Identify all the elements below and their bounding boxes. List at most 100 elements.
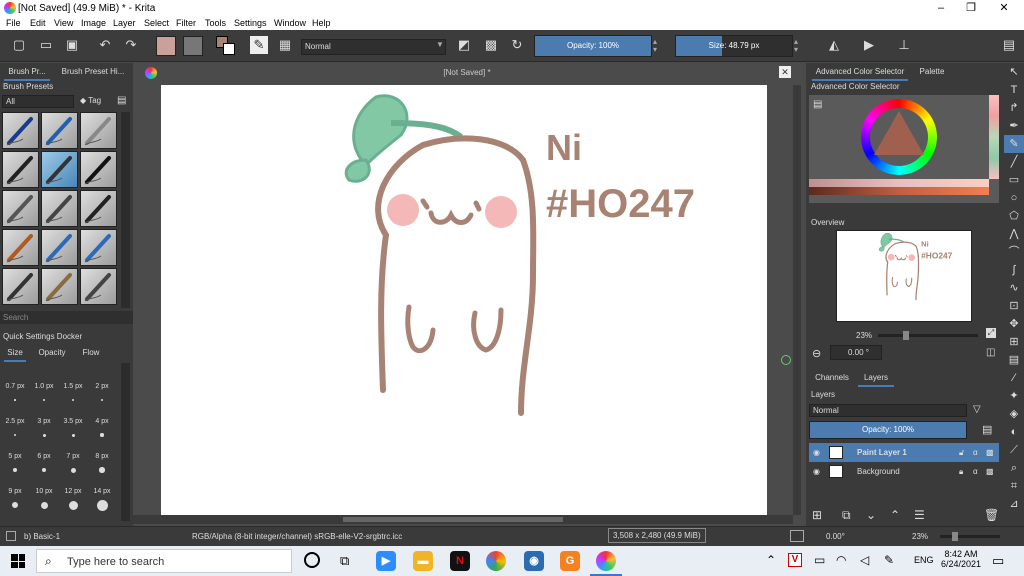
bezier-tool-icon[interactable]: ⌒ bbox=[1004, 243, 1024, 261]
preset-filter-select[interactable]: All bbox=[2, 95, 74, 108]
size-preset-item[interactable]: 7 px bbox=[60, 451, 86, 481]
edit-shapes-icon[interactable]: ↱ bbox=[1004, 99, 1024, 117]
brush-preset-item[interactable] bbox=[41, 151, 78, 188]
overview-thumbnail[interactable]: Ni #HO247 bbox=[836, 230, 972, 322]
tab-layers[interactable]: Layers bbox=[858, 371, 894, 387]
preset-view-icon[interactable]: ▤ bbox=[117, 95, 126, 106]
brush-preset-item[interactable] bbox=[2, 268, 39, 305]
inherit-alpha-icon[interactable]: ▩ bbox=[986, 443, 994, 462]
color-picker-icon[interactable]: ⁄ bbox=[1004, 369, 1024, 387]
pan-tool-icon[interactable]: ⌗ bbox=[1004, 477, 1024, 495]
mirror-horizontal-icon[interactable]: ◭ bbox=[825, 36, 843, 54]
pdf-app-icon[interactable]: G bbox=[560, 551, 580, 571]
move-layer-up-icon[interactable]: ⌃ bbox=[890, 508, 900, 522]
krita-taskbar-icon[interactable] bbox=[596, 551, 616, 571]
menu-settings[interactable]: Settings bbox=[234, 18, 267, 28]
taskbar-clock[interactable]: 8:42 AM 6/24/2021 bbox=[940, 549, 982, 569]
netflix-icon[interactable]: N bbox=[450, 551, 470, 571]
opacity-slider[interactable]: Opacity: 100% bbox=[534, 35, 652, 57]
status-rotation[interactable]: 0.00° bbox=[826, 532, 845, 541]
layer-row-background[interactable]: ◉ Background 🔒︎ α ▩ bbox=[809, 462, 999, 481]
color-menu-icon[interactable]: ▤ bbox=[813, 99, 822, 110]
brush-preset-item[interactable] bbox=[41, 190, 78, 227]
size-preset-item[interactable]: 9 px bbox=[2, 486, 28, 516]
lock-icon[interactable]: 🔓︎ bbox=[959, 443, 964, 462]
size-preset-item[interactable]: 2.5 px bbox=[2, 416, 28, 446]
brush-preset-item[interactable] bbox=[80, 268, 117, 305]
size-preset-item[interactable]: 4 px bbox=[89, 416, 115, 446]
opacity-stepper-icon[interactable]: ▴ ▾ bbox=[653, 38, 657, 54]
chrome-icon[interactable] bbox=[486, 551, 506, 571]
cortana-icon[interactable] bbox=[304, 552, 320, 568]
menu-tools[interactable]: Tools bbox=[205, 18, 226, 28]
brush-preset-item[interactable] bbox=[2, 112, 39, 149]
calligraphy-icon[interactable]: ✒ bbox=[1004, 117, 1024, 135]
size-slider[interactable]: Size: 48.79 px bbox=[675, 35, 793, 57]
smart-patch-icon[interactable]: ✦ bbox=[1004, 387, 1024, 405]
size-preset-item[interactable]: 12 px bbox=[60, 486, 86, 516]
menu-image[interactable]: Image bbox=[81, 18, 106, 28]
brush-preset-item[interactable] bbox=[80, 229, 117, 266]
open-document-icon[interactable]: ▭ bbox=[37, 36, 55, 54]
zoom-tool-icon[interactable]: ⌕ bbox=[1004, 459, 1024, 477]
menu-layer[interactable]: Layer bbox=[113, 18, 136, 28]
status-zoom[interactable]: 23% bbox=[912, 532, 928, 541]
crop-tool-icon[interactable]: ⊡ bbox=[1004, 297, 1024, 315]
layer-blend-mode-select[interactable]: Normal bbox=[809, 404, 967, 417]
notifications-icon[interactable]: ▭ bbox=[992, 553, 1004, 569]
rotate-icon[interactable]: ⊖ bbox=[812, 347, 821, 360]
fit-view-icon[interactable]: ⤢ bbox=[986, 328, 996, 338]
menu-help[interactable]: Help bbox=[312, 18, 331, 28]
reload-preset-icon[interactable]: ↻ bbox=[508, 36, 526, 54]
visibility-eye-icon[interactable]: ◉ bbox=[813, 443, 820, 462]
alpha-icon[interactable]: α bbox=[973, 462, 978, 481]
transform-tool-icon[interactable]: ⊞ bbox=[1004, 333, 1024, 351]
fg-bg-color-icon[interactable] bbox=[216, 36, 236, 56]
tab-opacity[interactable]: Opacity bbox=[34, 346, 70, 360]
tag-button[interactable]: ◆ Tag bbox=[80, 96, 101, 105]
file-explorer-icon[interactable]: ▬ bbox=[413, 551, 433, 571]
size-preset-item[interactable]: 6 px bbox=[31, 451, 57, 481]
inherit-alpha-icon[interactable]: ▩ bbox=[986, 462, 994, 481]
reference-tool-icon[interactable]: ⊿ bbox=[1004, 495, 1024, 513]
brush-preset-item[interactable] bbox=[80, 190, 117, 227]
gradient-tool-icon[interactable]: ▤ bbox=[1004, 351, 1024, 369]
hue-ring[interactable] bbox=[861, 99, 937, 175]
tab-advanced-color-selector[interactable]: Advanced Color Selector bbox=[812, 65, 908, 81]
battery-icon[interactable]: ▭ bbox=[814, 553, 825, 567]
layer-filter-icon[interactable]: ▽ bbox=[973, 404, 981, 415]
brush-preset-item[interactable] bbox=[2, 190, 39, 227]
text-tool-icon[interactable]: T bbox=[1004, 81, 1024, 99]
pen-icon[interactable]: ✎ bbox=[884, 553, 894, 567]
zoom-app-icon[interactable]: ▶ bbox=[376, 551, 396, 571]
close-document-icon[interactable]: ✕ bbox=[779, 66, 791, 78]
brush-preset-item[interactable] bbox=[41, 229, 78, 266]
menu-view[interactable]: View bbox=[54, 18, 73, 28]
brush-search-input[interactable]: Search bbox=[0, 311, 133, 324]
line-tool-icon[interactable]: ╱ bbox=[1004, 153, 1024, 171]
soft-proof-icon[interactable] bbox=[790, 530, 804, 542]
size-preset-item[interactable]: 3.5 px bbox=[60, 416, 86, 446]
shade-bar-1[interactable] bbox=[809, 179, 989, 187]
size-preset-item[interactable]: 14 px bbox=[89, 486, 115, 516]
pattern-swatch[interactable] bbox=[183, 36, 203, 56]
status-zoom-slider[interactable] bbox=[940, 532, 1000, 541]
rectangle-tool-icon[interactable]: ▭ bbox=[1004, 171, 1024, 189]
fill-tool-icon[interactable]: ◈ bbox=[1004, 405, 1024, 423]
size-preset-item[interactable]: 3 px bbox=[31, 416, 57, 446]
tab-brush-presets[interactable]: Brush Pr... bbox=[4, 65, 50, 81]
size-preset-item[interactable]: 0.7 px bbox=[2, 381, 28, 411]
alpha-lock-icon[interactable]: ▩ bbox=[482, 36, 500, 54]
overview-zoom-slider[interactable] bbox=[878, 331, 978, 340]
save-document-icon[interactable]: ▣ bbox=[63, 36, 81, 54]
delete-layer-icon[interactable]: 🗑︎ bbox=[984, 508, 999, 522]
brush-preset-item[interactable] bbox=[80, 112, 117, 149]
ellipse-tool-icon[interactable]: ○ bbox=[1004, 189, 1024, 207]
menu-file[interactable]: File bbox=[6, 18, 21, 28]
freehand-brush-icon[interactable]: ✎ bbox=[1004, 135, 1024, 153]
brush-preset-item[interactable] bbox=[80, 151, 117, 188]
vertical-scrollbar[interactable] bbox=[793, 85, 801, 515]
move-tool-icon[interactable]: ✥ bbox=[1004, 315, 1024, 333]
language-indicator[interactable]: ENG bbox=[914, 555, 934, 565]
eraser-icon[interactable]: ◩ bbox=[455, 36, 473, 54]
